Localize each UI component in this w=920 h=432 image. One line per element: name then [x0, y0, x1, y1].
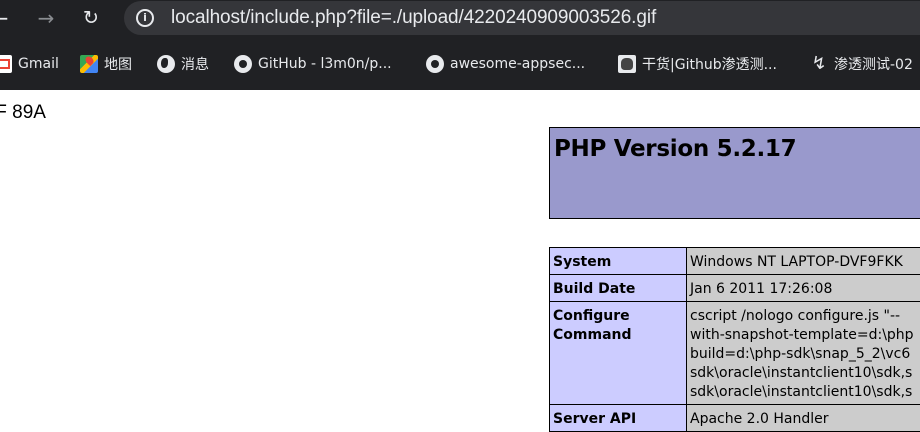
site-info-icon[interactable]: i — [136, 9, 154, 27]
row-key: Configure Command — [550, 302, 687, 405]
globe-icon — [157, 55, 175, 73]
address-bar[interactable]: i localhost/include.php?file=./upload/42… — [124, 1, 920, 35]
row-value: Apache 2.0 Handler — [687, 405, 920, 432]
gmail-icon — [0, 55, 12, 73]
php-version-title: PHP Version 5.2.17 — [554, 136, 796, 162]
row-key: Server API — [550, 405, 687, 432]
value-line: with-snapshot-template=d:\php — [690, 326, 920, 345]
photo-icon — [618, 55, 636, 73]
table-row: System Windows NT LAPTOP-DVF9FKK — [550, 248, 920, 275]
bookmark-awesome-appsec[interactable]: awesome-appsec... — [426, 50, 585, 78]
row-key: Build Date — [550, 275, 687, 302]
value-line: Apache 2.0 Handler — [690, 410, 920, 429]
bookmark-github-pentest[interactable]: 干货|Github渗透测... — [618, 50, 777, 78]
row-value: Jan 6 2011 17:26:08 — [687, 275, 920, 302]
forward-arrow-icon[interactable]: → — [33, 5, 59, 31]
bookmark-pentest-02[interactable]: ↯ 渗透测试-02 — [810, 50, 913, 78]
bookmark-messages[interactable]: 消息 — [157, 50, 209, 78]
bookmark-label: Gmail — [18, 56, 59, 72]
value-line: Jan 6 2011 17:26:08 — [690, 280, 920, 299]
back-arrow-icon[interactable]: ← — [0, 5, 13, 31]
reload-icon[interactable]: ↻ — [78, 5, 104, 31]
bookmark-label: 消息 — [181, 54, 209, 74]
table-row: Configure Command cscript /nologo config… — [550, 302, 920, 405]
value-line: cscript /nologo configure.js "-- — [690, 307, 920, 326]
php-version-header: PHP Version 5.2.17 — [549, 127, 920, 219]
value-line: Windows NT LAPTOP-DVF9FKK — [690, 253, 920, 272]
bookmark-label: GitHub - l3m0n/p... — [258, 56, 392, 72]
hook-icon: ↯ — [810, 55, 828, 73]
github-icon — [234, 55, 252, 73]
table-row: Build Date Jan 6 2011 17:26:08 — [550, 275, 920, 302]
value-line: sdk\oracle\instantclient10\sdk,s — [690, 383, 920, 402]
table-row: Server API Apache 2.0 Handler — [550, 405, 920, 432]
row-key: System — [550, 248, 687, 275]
bookmark-github-l3m0n[interactable]: GitHub - l3m0n/p... — [234, 50, 392, 78]
bookmark-maps[interactable]: 地图 — [80, 50, 132, 78]
github-icon — [426, 55, 444, 73]
bookmark-gmail[interactable]: Gmail — [0, 50, 59, 78]
maps-icon — [80, 55, 98, 73]
value-line: build=d:\php-sdk\snap_5_2\vc6 — [690, 345, 920, 364]
bookmark-label: 渗透测试-02 — [834, 54, 913, 74]
url-text[interactable]: localhost/include.php?file=./upload/4220… — [171, 7, 656, 29]
row-value: Windows NT LAPTOP-DVF9FKK — [687, 248, 920, 275]
browser-chrome: ← → ↻ i localhost/include.php?file=./upl… — [0, 0, 920, 90]
bookmark-label: 地图 — [104, 54, 132, 74]
phpinfo-table: System Windows NT LAPTOP-DVF9FKK Build D… — [549, 247, 920, 432]
gif-header-text: IF 89A — [0, 102, 46, 124]
value-line: sdk\oracle\instantclient10\sdk,s — [690, 364, 920, 383]
bookmark-label: 干货|Github渗透测... — [642, 54, 777, 74]
bookmark-label: awesome-appsec... — [450, 56, 585, 72]
row-value: cscript /nologo configure.js "-- with-sn… — [687, 302, 920, 405]
